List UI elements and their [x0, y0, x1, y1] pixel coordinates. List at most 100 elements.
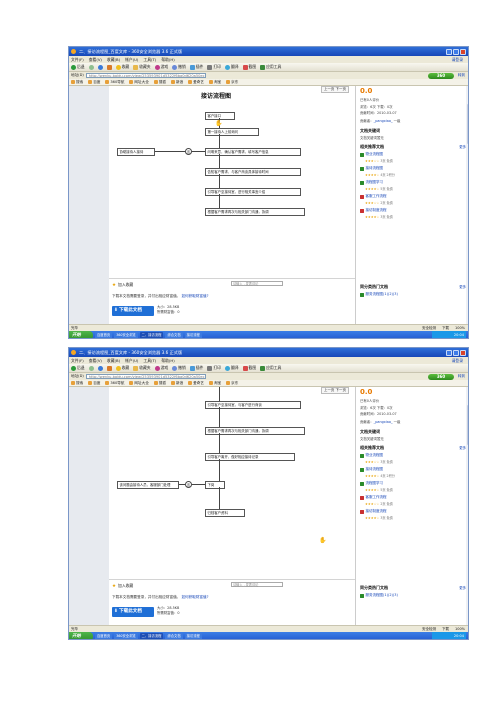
menu-help[interactable]: 帮助(H) [161, 57, 174, 63]
login-link[interactable]: 请登录 [452, 357, 463, 364]
back-button[interactable]: 后退 [71, 64, 85, 70]
translate-button[interactable]: 翻译 [224, 365, 239, 371]
related-doc[interactable]: 客服工作流程 [360, 495, 387, 500]
fav-item-taobao[interactable]: 淘宝 [208, 381, 221, 386]
related-more-link[interactable]: 更多 [459, 445, 466, 450]
go-button[interactable]: 转到 [458, 72, 465, 79]
related-doc[interactable]: 客服工作流程 [360, 194, 387, 199]
taskbar-item[interactable]: 二、接访流程 [139, 332, 164, 338]
games-button[interactable]: 游戏 [154, 64, 168, 70]
related-doc[interactable]: 接访制度流程 [360, 509, 387, 514]
fav-item-iqiyi[interactable]: 爱奇艺 [188, 80, 204, 85]
wealth-help-link[interactable]: 如何获取财富值? [181, 294, 208, 298]
fav-item-360nav[interactable]: 360导航 [105, 381, 124, 386]
download-button[interactable]: ⬇ 下载此文档 [112, 306, 154, 316]
translate-button[interactable]: 翻译 [224, 64, 239, 70]
url-input[interactable]: http://wenku.baidu.com/view/253593901d53… [85, 374, 206, 379]
menu-account[interactable]: 帐户(U) [125, 57, 138, 63]
plugins-button[interactable]: 插件 [189, 64, 203, 70]
taskbar-item[interactable]: 接访流程 [184, 633, 202, 639]
forward-button[interactable] [88, 64, 94, 70]
undo-button[interactable]: 撤销 [172, 365, 186, 371]
back-button[interactable]: 后退 [71, 365, 85, 371]
scrollbar-thumb[interactable] [466, 405, 468, 445]
taskbar-item[interactable]: 接访流程 [184, 332, 202, 338]
same-category-more-link[interactable]: 更多 [459, 284, 466, 289]
apps-button[interactable]: 应用工具 [260, 365, 281, 371]
taskbar-item[interactable]: 二、接访流程 [139, 633, 164, 639]
maximize-button[interactable] [453, 48, 459, 55]
related-doc[interactable]: 流程图学习 [360, 180, 383, 185]
taskbar-item[interactable]: 360安全浏览 [114, 332, 138, 338]
sidebar-scrollbar[interactable] [466, 86, 468, 324]
related-doc[interactable]: 物业流程图 [360, 453, 383, 458]
related-more-link[interactable]: 更多 [459, 144, 466, 149]
contributor-link[interactable]: _pangxiao_ [374, 420, 393, 424]
forward-button[interactable] [88, 365, 94, 371]
related-doc[interactable]: 流程图学习 [360, 481, 383, 486]
fav-item-search[interactable]: 搜索 [71, 80, 83, 85]
related-doc[interactable]: 接待流程图 [360, 166, 383, 171]
screenshot-button[interactable]: 截图 [242, 365, 256, 371]
menu-help[interactable]: 帮助(H) [161, 358, 174, 364]
print-button[interactable]: 打印 [207, 64, 221, 70]
home-button[interactable] [106, 64, 112, 70]
favorites-folder-button[interactable]: 收藏夹 [133, 365, 151, 371]
refresh-button[interactable] [97, 64, 103, 70]
close-button[interactable] [460, 48, 466, 55]
add-favorite[interactable]: ★ 加入收藏 [112, 583, 133, 589]
taskbar-item[interactable]: 百度首页 [95, 332, 113, 338]
fav-item-taobao[interactable]: 淘宝 [208, 80, 221, 85]
minimize-button[interactable] [446, 48, 452, 55]
go-button[interactable]: 转到 [458, 373, 465, 380]
menu-tools[interactable]: 工具(T) [143, 57, 156, 63]
apps-button[interactable]: 应用工具 [260, 64, 281, 70]
same-category-doc[interactable]: 服务流程图(1)(2)(3) [360, 292, 398, 297]
print-button[interactable]: 打印 [207, 365, 221, 371]
fav-item-sites[interactable]: 网址大全 [129, 80, 149, 85]
fav-item-sina[interactable]: 新浪 [170, 381, 183, 386]
fav-item-sina[interactable]: 新浪 [170, 80, 183, 85]
taskbar-item[interactable]: 360安全浏览 [114, 633, 138, 639]
menu-view[interactable]: 查看(V) [89, 358, 102, 364]
related-doc[interactable]: 接访制度流程 [360, 208, 387, 213]
wealth-help-link[interactable]: 如何获取财富值? [181, 595, 208, 599]
download-button[interactable]: ⬇ 下载此文档 [112, 607, 154, 617]
games-button[interactable]: 游戏 [154, 365, 168, 371]
favorites-folder-button[interactable]: 收藏夹 [133, 64, 151, 70]
same-category-more-link[interactable]: 更多 [459, 585, 466, 590]
favorite-button[interactable]: 收藏 [115, 64, 129, 70]
fav-item-baidu[interactable]: 百度 [88, 80, 100, 85]
taskbar-item[interactable]: 综合文档 [165, 633, 183, 639]
page-nav[interactable]: 上一页 下一页 [320, 86, 349, 93]
menu-tools[interactable]: 工具(T) [143, 358, 156, 364]
menu-favorites[interactable]: 收藏(B) [107, 358, 120, 364]
related-doc[interactable]: 接待流程图 [360, 467, 383, 472]
taskbar-item[interactable]: 综合文档 [165, 332, 183, 338]
related-doc[interactable]: 物业流程图 [360, 152, 383, 157]
fav-item-search[interactable]: 搜索 [71, 381, 83, 386]
menu-file[interactable]: 文件(F) [71, 57, 84, 63]
favorite-button[interactable]: 收藏 [115, 365, 129, 371]
start-button[interactable]: 开始 [69, 331, 93, 338]
fav-item-jd[interactable]: 京东 [226, 80, 238, 85]
url-input[interactable]: http://wenku.baidu.com/view/253593901d53… [85, 73, 206, 78]
fav-item-iqiyi[interactable]: 爱奇艺 [188, 381, 204, 386]
home-button[interactable] [106, 365, 112, 371]
contributor-link[interactable]: _pangxiao_ [374, 119, 393, 123]
menu-favorites[interactable]: 收藏(B) [107, 57, 120, 63]
scrollbar-thumb[interactable] [466, 104, 468, 144]
menu-account[interactable]: 帐户(U) [125, 358, 138, 364]
same-category-doc[interactable]: 服务流程图(1)(2)(3) [360, 593, 398, 598]
login-link[interactable]: 请登录 [452, 56, 463, 63]
fav-item-sohu[interactable]: 搜狐 [153, 80, 166, 85]
page-nav[interactable]: 上一页 下一页 [320, 387, 349, 394]
fav-item-360nav[interactable]: 360导航 [105, 80, 124, 85]
menu-view[interactable]: 查看(V) [89, 57, 102, 63]
sidebar-scrollbar[interactable] [466, 387, 468, 625]
add-favorite[interactable]: ★ 加入收藏 [112, 282, 133, 288]
fav-item-baidu[interactable]: 百度 [88, 381, 100, 386]
fav-item-jd[interactable]: 京东 [226, 381, 238, 386]
refresh-button[interactable] [97, 365, 103, 371]
fav-item-sohu[interactable]: 搜狐 [153, 381, 166, 386]
